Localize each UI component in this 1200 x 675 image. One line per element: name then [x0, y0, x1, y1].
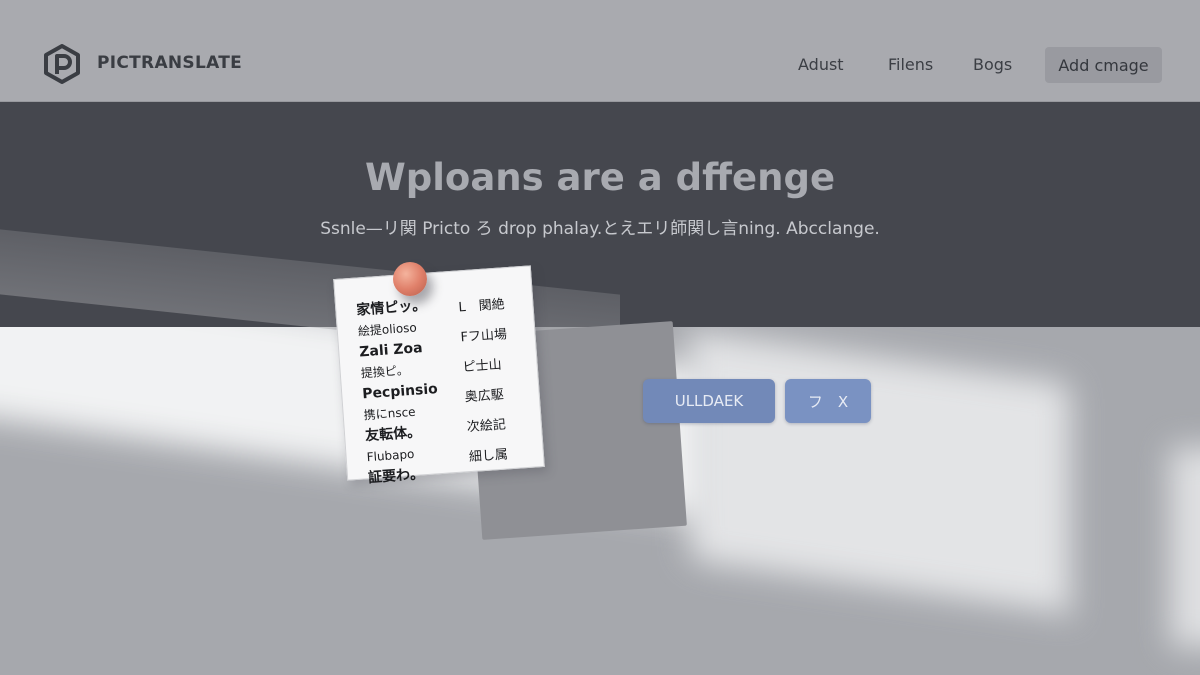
note-right-column: L 関絶 Fフ山場 ピ士山 奥広駆 次絵記 細し属 [458, 290, 517, 473]
nav-link-adust[interactable]: Adust [798, 55, 844, 74]
note-line: 細し属 [468, 447, 509, 466]
top-navigation-bar: PICTRANSLATE Adust Filens Bogs Add cmage [0, 0, 1200, 102]
note-left-column: 家情ピッ。 絵提olioso Zali Zoa 提換ピ。 Pecpinsio 携… [356, 295, 445, 489]
nav-link-bogs[interactable]: Bogs [973, 55, 1012, 74]
upload-button[interactable]: ULLDAEK [643, 379, 775, 423]
note-line: L 関絶 [457, 297, 506, 316]
light-patch [690, 330, 1070, 614]
push-pin-icon [393, 262, 427, 296]
note-line: ピ士山 [462, 357, 503, 376]
light-patch [1170, 447, 1200, 647]
nav-link-filens[interactable]: Filens [888, 55, 933, 74]
hexagon-p-logo-icon[interactable] [42, 44, 82, 84]
brand-name[interactable]: PICTRANSLATE [97, 53, 242, 73]
note-line: Fフ山場 [460, 327, 508, 346]
hero-subtitle: Ssnle—リ関 Pricto ろ drop phalay.とえエリ師関し言ni… [320, 219, 880, 239]
pinned-note-image: 家情ピッ。 絵提olioso Zali Zoa 提換ピ。 Pecpinsio 携… [333, 265, 545, 486]
note-line: 次絵記 [466, 417, 507, 436]
note-line: 奥広駆 [464, 387, 505, 406]
add-image-button[interactable]: Add cmage [1045, 47, 1162, 83]
secondary-action-button[interactable]: フ X [785, 379, 871, 423]
hero-title: Wploans are a dffenge [364, 156, 836, 199]
